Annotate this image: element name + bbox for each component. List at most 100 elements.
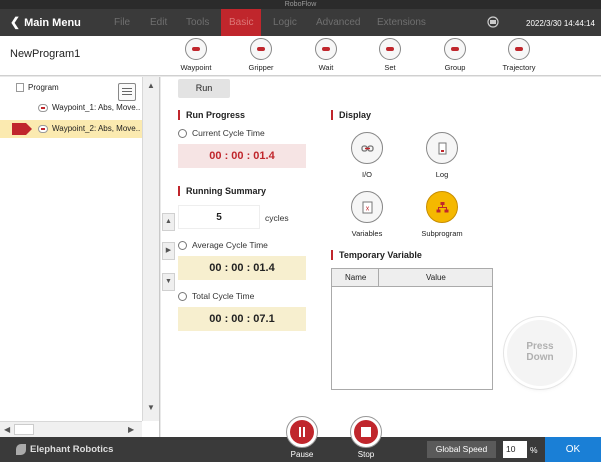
trajectory-icon xyxy=(508,38,530,60)
temporary-variable-table[interactable]: Name Value xyxy=(331,268,493,390)
io-display-button[interactable]: I/O xyxy=(337,132,397,179)
scrollbar-thumb[interactable] xyxy=(14,424,34,435)
name-column-header: Name xyxy=(345,273,367,282)
step-down-button[interactable]: ▼ xyxy=(162,273,175,291)
cycles-input[interactable]: 5 xyxy=(178,205,260,229)
log-label: Log xyxy=(435,170,449,179)
tree-item-waypoint-2[interactable]: Waypoint_2: Abs, Move.. xyxy=(0,120,142,138)
tree-item-label: Waypoint_1: Abs, Move.. xyxy=(52,103,141,112)
datetime: 2022/3/30 14:44:14 xyxy=(526,19,595,28)
main-menu-label: Main Menu xyxy=(24,17,81,29)
press-down-label-1: Press xyxy=(526,341,554,352)
current-cycle-time-value: 00 : 00 : 01.4 xyxy=(178,144,306,168)
program-tree: Program Waypoint_1: Abs, Move.. Waypoint… xyxy=(0,77,160,437)
clock-icon xyxy=(178,292,187,302)
robot-status-icon[interactable] xyxy=(486,16,500,28)
log-display-button[interactable]: Log xyxy=(412,132,472,179)
trajectory-tool[interactable]: Trajectory xyxy=(494,38,544,72)
display-title: Display xyxy=(331,110,371,120)
speed-unit: % xyxy=(530,445,538,455)
menu-advanced[interactable]: Advanced xyxy=(316,17,360,28)
gripper-tool[interactable]: Gripper xyxy=(236,38,286,72)
table-header: Name Value xyxy=(332,269,492,287)
stop-button[interactable]: Stop xyxy=(346,416,386,459)
global-speed-button[interactable]: Global Speed xyxy=(427,441,496,458)
program-name: NewProgram1 xyxy=(10,48,81,60)
menu-file[interactable]: File xyxy=(114,17,130,28)
subprogram-display-button[interactable]: Subprogram xyxy=(412,191,472,238)
total-cycle-time-label: Total Cycle Time xyxy=(178,291,255,302)
pause-label: Pause xyxy=(290,450,314,459)
variables-display-button[interactable]: x Variables xyxy=(337,191,397,238)
subprogram-label: Subprogram xyxy=(421,229,463,238)
tree-item-waypoint-1[interactable]: Waypoint_1: Abs, Move.. xyxy=(0,99,142,117)
press-down-button[interactable]: Press Down xyxy=(507,320,573,386)
waypoint-tool[interactable]: Waypoint xyxy=(171,38,221,72)
wait-icon xyxy=(315,38,337,60)
ok-button[interactable]: OK xyxy=(545,437,601,462)
scroll-left-arrow-icon[interactable]: ◀ xyxy=(4,425,10,434)
waypoint-icon xyxy=(38,103,48,112)
step-forward-button[interactable]: ▶ xyxy=(162,242,175,260)
menu-extensions[interactable]: Extensions xyxy=(377,17,426,28)
run-button[interactable]: Run xyxy=(178,79,230,98)
menu-edit[interactable]: Edit xyxy=(150,17,167,28)
wait-tool[interactable]: Wait xyxy=(301,38,351,72)
subprogram-icon xyxy=(426,191,458,223)
speed-input[interactable]: 10 xyxy=(503,441,527,458)
tree-item-label: Waypoint_2: Abs, Move.. xyxy=(52,124,141,133)
scroll-down-arrow-icon[interactable]: ▼ xyxy=(147,403,155,412)
toolbar: NewProgram1 Waypoint Gripper Wait Set Gr… xyxy=(0,36,601,76)
set-tool[interactable]: Set xyxy=(365,38,415,72)
waypoint-icon xyxy=(38,124,48,133)
brand: Elephant Robotics xyxy=(16,444,113,455)
group-tool-label: Group xyxy=(444,63,466,72)
main-menu-button[interactable]: ❮ Main Menu xyxy=(10,15,81,29)
brand-name: Elephant Robotics xyxy=(30,444,114,456)
io-icon xyxy=(351,132,383,164)
cycles-unit: cycles xyxy=(265,213,289,223)
group-icon xyxy=(444,38,466,60)
wait-tool-label: Wait xyxy=(318,63,334,72)
gripper-icon xyxy=(250,38,272,60)
menu-logic[interactable]: Logic xyxy=(273,17,297,28)
chevron-left-icon: ❮ xyxy=(10,15,21,29)
temporary-variable-title: Temporary Variable xyxy=(331,250,422,260)
running-summary-title: Running Summary xyxy=(178,186,266,196)
group-tool[interactable]: Group xyxy=(430,38,480,72)
current-step-marker-icon xyxy=(12,123,32,135)
total-cycle-time-text: Total Cycle Time xyxy=(192,291,255,301)
current-cycle-time-text: Current Cycle Time xyxy=(192,128,265,138)
tree-root-label: Program xyxy=(28,83,59,92)
waypoint-icon xyxy=(185,38,207,60)
bottom-bar: Elephant Robotics Pause Stop Global Spee… xyxy=(0,416,601,462)
svg-text:x: x xyxy=(366,206,370,213)
tree-horizontal-scrollbar[interactable]: ◀ ▶ xyxy=(0,421,142,437)
elephant-robotics-logo-icon xyxy=(16,444,26,455)
stop-icon xyxy=(361,427,371,437)
menu-tools[interactable]: Tools xyxy=(186,17,209,28)
scroll-right-arrow-icon[interactable]: ▶ xyxy=(128,425,134,434)
stop-label: Stop xyxy=(357,450,375,459)
average-cycle-time-label: Average Cycle Time xyxy=(178,240,268,251)
waypoint-tool-label: Waypoint xyxy=(180,63,212,72)
set-icon xyxy=(379,38,401,60)
tree-vertical-scrollbar[interactable]: ▲ ▼ xyxy=(142,77,159,421)
menu-basic[interactable]: Basic xyxy=(221,9,262,36)
pause-button[interactable]: Pause xyxy=(282,416,322,459)
run-panel: Run Run Progress Current Cycle Time 00 :… xyxy=(161,77,601,437)
program-doc-icon xyxy=(16,83,24,93)
variables-label: Variables xyxy=(351,229,383,238)
total-cycle-time-value: 00 : 00 : 07.1 xyxy=(178,307,306,331)
gripper-tool-label: Gripper xyxy=(248,63,274,72)
value-column-header: Value xyxy=(426,273,446,282)
scroll-up-arrow-icon[interactable]: ▲ xyxy=(147,81,155,90)
press-down-label-2: Down xyxy=(526,352,554,363)
increment-cycles-button[interactable]: ▲ xyxy=(162,213,175,231)
current-cycle-time-label: Current Cycle Time xyxy=(178,128,265,139)
menubar: ❮ Main Menu File Edit Tools Basic Logic A… xyxy=(0,9,601,36)
average-cycle-time-value: 00 : 00 : 01.4 xyxy=(178,256,306,280)
io-label: I/O xyxy=(361,170,372,179)
average-cycle-time-text: Average Cycle Time xyxy=(192,240,268,250)
pause-icon xyxy=(299,427,301,437)
